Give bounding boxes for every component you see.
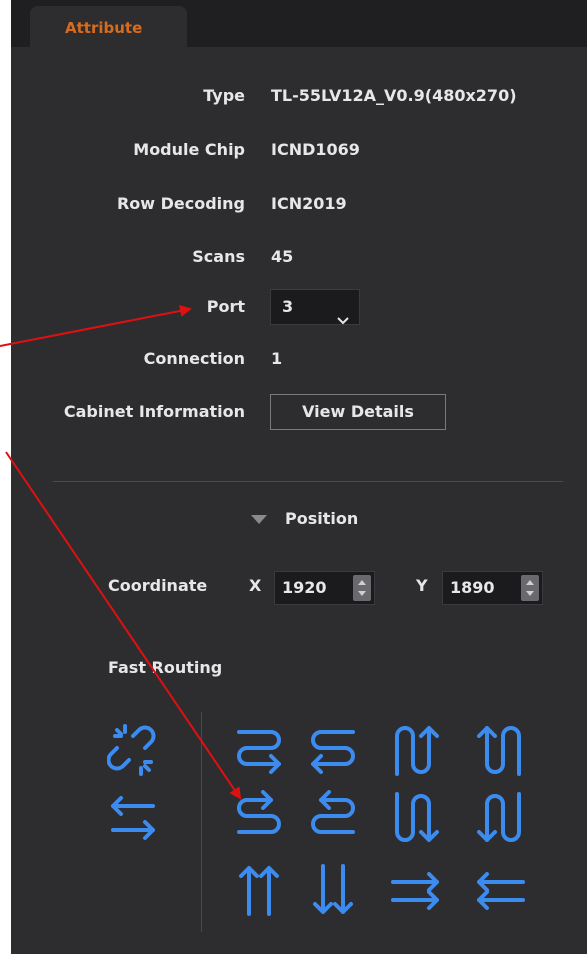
serpentine-right-icon[interactable] [233,722,285,778]
row-decoding-label: Row Decoding [116,194,245,213]
y-coordinate-input[interactable]: 1890 [442,571,543,605]
y-coordinate-value: 1890 [450,578,495,597]
position-section-header[interactable]: Position [251,509,358,529]
double-right-arrow-icon[interactable] [389,862,441,918]
serpentine-down-reverse-icon[interactable] [475,790,527,846]
x-coordinate-input[interactable]: 1920 [274,571,375,605]
serpentine-left-down-icon[interactable] [307,790,359,846]
fast-routing-label: Fast Routing [108,658,223,677]
serpentine-left-icon[interactable] [307,722,359,778]
x-spinner-buttons[interactable] [353,575,371,601]
scans-label: Scans [192,247,245,266]
collapse-triangle-icon [251,510,267,529]
x-label: X [249,576,262,595]
y-label: Y [416,576,428,595]
port-label: Port [206,297,245,316]
routing-divider [201,712,202,932]
section-divider [53,481,563,482]
y-spinner-buttons[interactable] [521,575,539,601]
tab-attribute[interactable]: Attribute [30,6,187,47]
chevron-down-icon [337,303,349,337]
type-value: TL-55LV12A_V0.9(480x270) [271,86,517,105]
double-down-arrow-icon[interactable] [307,862,359,918]
unlink-icon[interactable] [106,722,159,778]
connection-value: 1 [271,349,283,368]
module-chip-value: ICND1069 [271,140,360,159]
port-select-value: 3 [282,297,294,316]
swap-arrows-icon[interactable] [107,790,159,846]
coordinate-label: Coordinate [108,576,208,595]
connection-label: Connection [143,349,245,368]
port-select[interactable]: 3 [270,289,360,325]
serpentine-down-icon[interactable] [389,790,441,846]
position-section-label: Position [285,509,359,528]
cabinet-information-label: Cabinet Information [63,402,245,421]
view-details-button[interactable]: View Details [270,394,446,430]
module-chip-label: Module Chip [133,140,245,159]
type-label: Type [203,86,245,105]
row-decoding-value: ICN2019 [271,194,347,213]
serpentine-up-icon[interactable] [389,722,441,778]
serpentine-right-down-icon[interactable] [233,790,285,846]
attribute-panel: Attribute Type TL-55LV12A_V0.9(480x270) … [11,0,587,954]
serpentine-up-reverse-icon[interactable] [475,722,527,778]
x-coordinate-value: 1920 [282,578,327,597]
double-left-arrow-icon[interactable] [475,862,527,918]
scans-value: 45 [271,247,294,266]
tab-strip: Attribute [11,0,587,47]
double-up-arrow-icon[interactable] [233,862,285,918]
